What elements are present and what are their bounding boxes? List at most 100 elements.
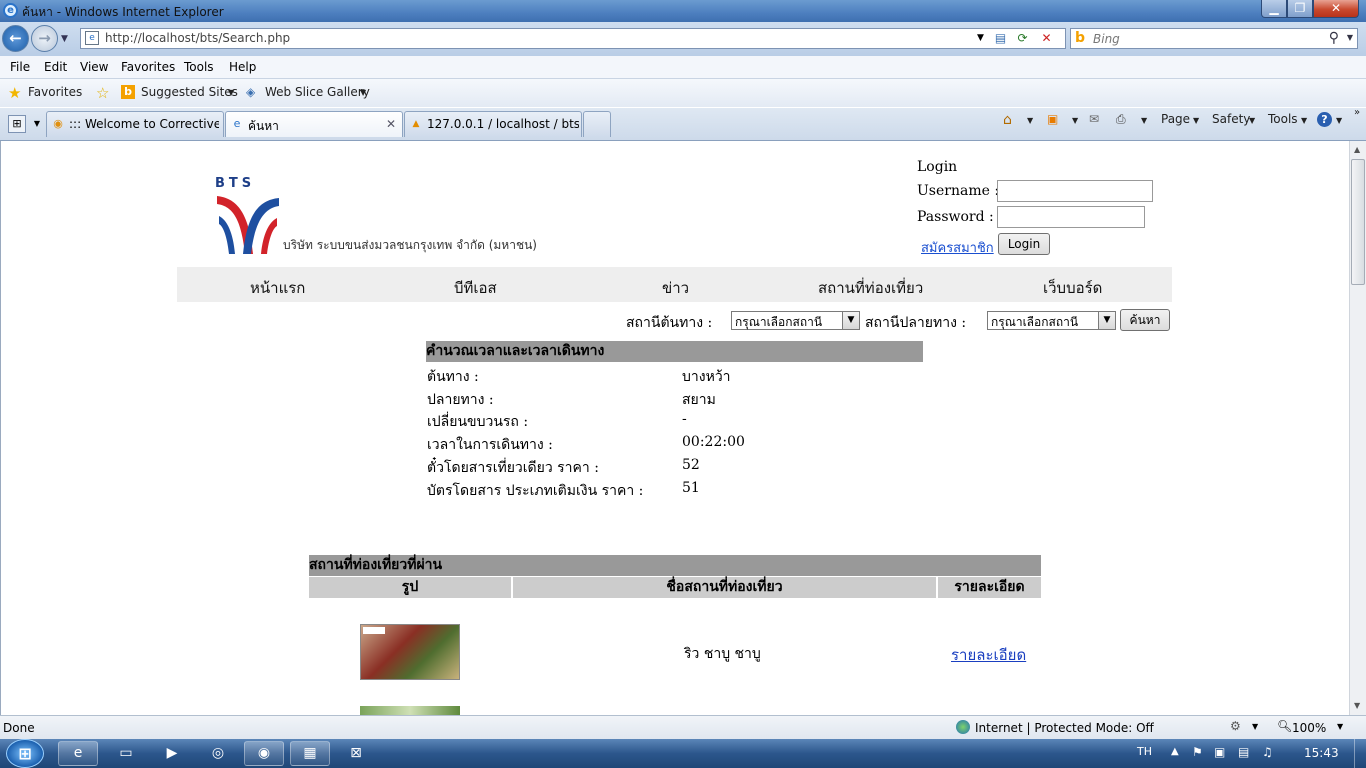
- nav-bts[interactable]: บีทีเอส: [454, 276, 497, 300]
- quick-tabs-icon[interactable]: ⊞: [8, 115, 26, 133]
- address-input[interactable]: http://localhost/bts/Search.php: [105, 31, 290, 45]
- photo-badge: [363, 627, 385, 634]
- zone-text[interactable]: Internet | Protected Mode: Off: [975, 721, 1154, 735]
- stop-icon[interactable]: ✕: [1037, 30, 1056, 47]
- password-label: Password :: [917, 209, 994, 225]
- tab-welcome[interactable]: ◉ ::: Welcome to Corrective ...: [46, 111, 224, 137]
- tools-dropdown-icon: ▼: [1301, 116, 1308, 125]
- zoom-level[interactable]: 100%: [1292, 721, 1326, 735]
- tab-list-icon[interactable]: ▼: [31, 115, 43, 133]
- login-button[interactable]: Login: [998, 233, 1050, 255]
- tab-label: ::: Welcome to Corrective ...: [69, 117, 219, 131]
- taskbar-media-icon[interactable]: ▶: [152, 741, 192, 766]
- back-button[interactable]: ←: [2, 25, 29, 52]
- web-slice-dropdown-icon[interactable]: ▼: [360, 88, 366, 97]
- vertical-scrollbar[interactable]: ▲ ▼: [1349, 141, 1366, 715]
- search-icon[interactable]: ⚲: [1329, 30, 1339, 46]
- print-icon[interactable]: ⎙: [1116, 112, 1126, 127]
- compatibility-view-icon[interactable]: ▤: [991, 30, 1010, 47]
- clock[interactable]: 15:43: [1304, 746, 1339, 760]
- username-input[interactable]: [997, 180, 1153, 202]
- feeds-icon[interactable]: ▣: [1047, 112, 1058, 126]
- feeds-dropdown-icon[interactable]: ▼: [1072, 116, 1078, 125]
- add-favorites-icon[interactable]: ☆: [96, 84, 109, 102]
- new-tab-button[interactable]: [583, 111, 611, 137]
- help-dropdown-icon[interactable]: ▼: [1336, 116, 1342, 125]
- nav-news[interactable]: ข่าว: [662, 276, 689, 300]
- address-dropdown-icon[interactable]: ▼: [971, 30, 990, 47]
- tab-phpmyadmin[interactable]: ▲ 127.0.0.1 / localhost / bts /...: [404, 111, 582, 137]
- origin-select[interactable]: กรุณาเลือกสถานี ▼: [731, 311, 860, 330]
- suggested-dropdown-icon[interactable]: ▼: [228, 88, 234, 97]
- mail-icon[interactable]: ✉: [1089, 112, 1099, 126]
- taskbar-explorer-icon[interactable]: ▭: [106, 741, 146, 766]
- search-input[interactable]: Bing: [1093, 32, 1120, 46]
- ie-logo-icon: e: [3, 3, 18, 18]
- refresh-icon[interactable]: ⟳: [1013, 30, 1032, 47]
- register-link[interactable]: สมัครสมาชิก: [921, 237, 994, 258]
- search-dropdown-icon[interactable]: ▼: [1347, 33, 1353, 42]
- forward-button[interactable]: →: [31, 25, 58, 52]
- page-menu[interactable]: Page: [1161, 112, 1190, 126]
- attraction-detail-link[interactable]: รายละเอียด: [951, 643, 1026, 667]
- tools-menu[interactable]: Tools: [1268, 112, 1298, 126]
- scroll-up-icon[interactable]: ▲: [1354, 145, 1360, 154]
- origin-label: สถานีต้นทาง :: [626, 315, 713, 331]
- volume-icon[interactable]: ♫: [1262, 745, 1273, 759]
- zoom-icon[interactable]: 🔍︎: [1277, 719, 1292, 733]
- protected-mode-icon[interactable]: ⚙: [1230, 719, 1241, 733]
- nav-attractions[interactable]: สถานที่ท่องเที่ยว: [818, 276, 923, 300]
- protected-dropdown-icon[interactable]: ▼: [1252, 722, 1258, 731]
- nav-home[interactable]: หน้าแรก: [250, 276, 305, 300]
- menu-edit[interactable]: Edit: [44, 60, 67, 74]
- search-button[interactable]: ค้นหา: [1120, 309, 1170, 331]
- close-tab-icon[interactable]: ✕: [386, 117, 396, 131]
- home-icon[interactable]: ⌂: [1003, 112, 1012, 128]
- network-icon[interactable]: ▤: [1238, 745, 1249, 759]
- scroll-thumb[interactable]: [1351, 159, 1365, 285]
- destination-select[interactable]: กรุณาเลือกสถานี ▼: [987, 311, 1116, 330]
- show-hidden-icons[interactable]: ▲: [1171, 746, 1179, 757]
- menu-help[interactable]: Help: [229, 60, 256, 74]
- nav-webboard[interactable]: เว็บบอร์ด: [1043, 276, 1102, 300]
- scroll-down-icon[interactable]: ▼: [1354, 701, 1360, 710]
- taskbar-ie-icon[interactable]: e: [58, 741, 98, 766]
- safety-menu[interactable]: Safety: [1212, 112, 1250, 126]
- suggested-sites-link[interactable]: Suggested Sites: [141, 85, 238, 99]
- web-slice-gallery-link[interactable]: Web Slice Gallery: [265, 85, 370, 99]
- action-center-icon[interactable]: ⚑: [1192, 745, 1203, 759]
- password-input[interactable]: [997, 206, 1145, 228]
- taskbar-chrome-icon[interactable]: ◎: [198, 741, 238, 766]
- language-indicator[interactable]: TH: [1137, 745, 1152, 758]
- help-icon[interactable]: ?: [1317, 112, 1332, 127]
- destination-select-value: กรุณาเลือกสถานี: [991, 315, 1079, 329]
- start-button[interactable]: ⊞: [6, 739, 44, 768]
- chevron-more-icon[interactable]: »: [1354, 107, 1360, 118]
- bts-logo: BTS: [215, 176, 281, 256]
- device-icon[interactable]: ▣: [1214, 745, 1225, 759]
- taskbar-app-icon[interactable]: ▦: [290, 741, 330, 766]
- address-bar[interactable]: e http://localhost/bts/Search.php ▼ ▤ ⟳ …: [80, 28, 1066, 49]
- search-box[interactable]: b Bing ⚲ ▼: [1070, 28, 1358, 49]
- tab-search[interactable]: e ค้นหา ✕: [225, 111, 403, 137]
- minimize-button[interactable]: ▁: [1261, 0, 1287, 18]
- show-desktop-button[interactable]: [1354, 739, 1366, 768]
- menu-favorites[interactable]: Favorites: [121, 60, 175, 74]
- menu-tools[interactable]: Tools: [184, 60, 214, 74]
- status-text: Done: [3, 721, 35, 735]
- maximize-button[interactable]: ❐: [1287, 0, 1313, 18]
- print-dropdown-icon[interactable]: ▼: [1141, 116, 1147, 125]
- home-dropdown-icon[interactable]: ▼: [1027, 116, 1033, 125]
- favorites-button[interactable]: Favorites: [28, 85, 82, 99]
- page-dropdown-icon: ▼: [1193, 116, 1200, 125]
- destination-row-value: สยาม: [682, 392, 716, 408]
- history-dropdown-icon[interactable]: ▼: [61, 34, 68, 44]
- menu-file[interactable]: File: [10, 60, 30, 74]
- web-slice-icon: ◈: [246, 85, 256, 99]
- close-button[interactable]: ✕: [1313, 0, 1359, 18]
- attraction-name: ริว ชาบู ชาบู: [684, 646, 761, 662]
- taskbar-firefox-icon[interactable]: ◉: [244, 741, 284, 766]
- taskbar-xampp-icon[interactable]: ⊠: [336, 741, 376, 766]
- menu-view[interactable]: View: [80, 60, 108, 74]
- zoom-dropdown-icon[interactable]: ▼: [1337, 722, 1343, 731]
